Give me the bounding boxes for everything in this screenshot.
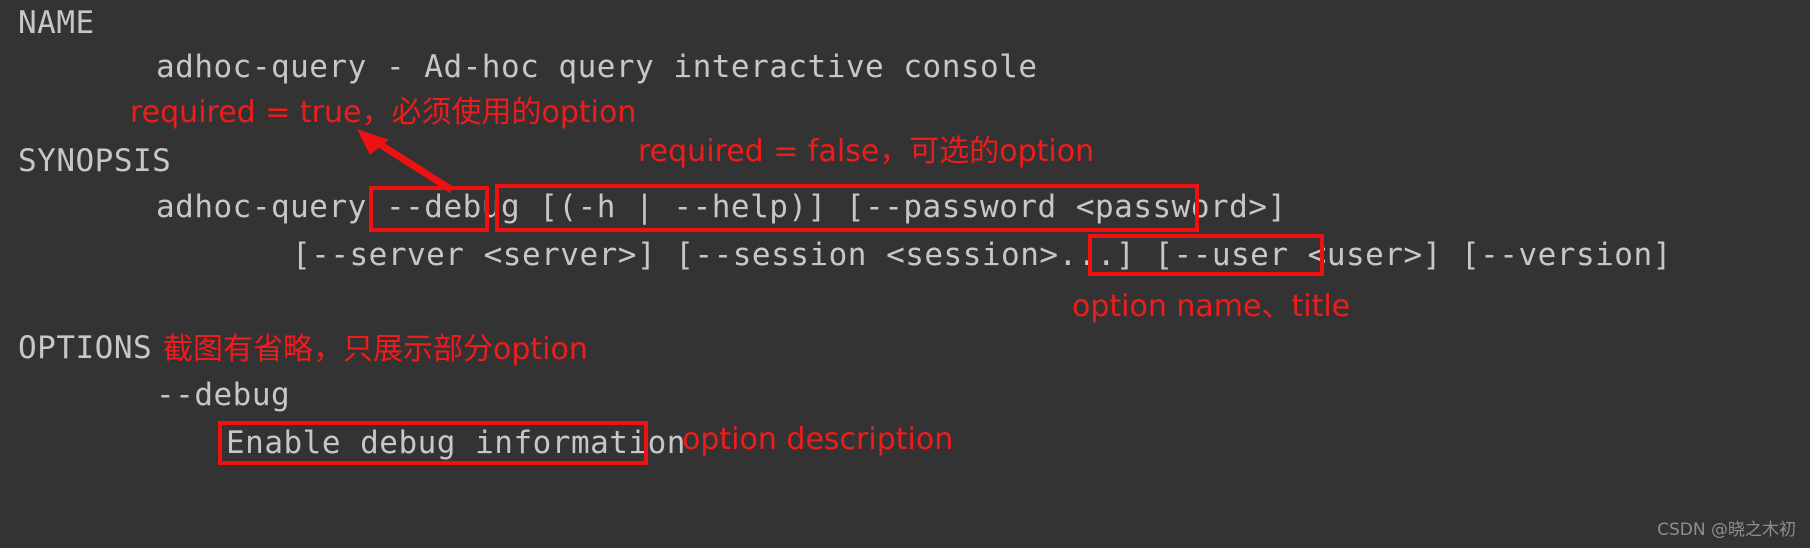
option-entry-description: Enable debug information bbox=[226, 425, 686, 461]
section-heading-synopsis: SYNOPSIS bbox=[18, 143, 172, 179]
option-entry-name: --debug bbox=[156, 377, 291, 413]
watermark: CSDN @晓之木初 bbox=[1657, 520, 1796, 540]
section-heading-options: OPTIONS bbox=[18, 330, 153, 366]
synopsis-line-1: adhoc-query --debug [(-h | --help)] [--p… bbox=[156, 189, 1287, 225]
section-heading-name: NAME bbox=[18, 5, 95, 41]
annotation-required-true: required = true，必须使用的option bbox=[130, 95, 637, 130]
synopsis-line-2: [--server <server>] [--session <session>… bbox=[292, 237, 1672, 273]
name-section-body: adhoc-query - Ad-hoc query interactive c… bbox=[156, 49, 1038, 85]
annotation-required-false: required = false，可选的option bbox=[638, 134, 1095, 169]
manpage-screenshot: NAME adhoc-query - Ad-hoc query interact… bbox=[0, 0, 1810, 548]
annotation-options-note: 截图有省略，只展示部分option bbox=[163, 332, 588, 367]
annotation-option-description: option description bbox=[682, 422, 954, 457]
annotation-option-name-title: option name、title bbox=[1072, 289, 1351, 324]
